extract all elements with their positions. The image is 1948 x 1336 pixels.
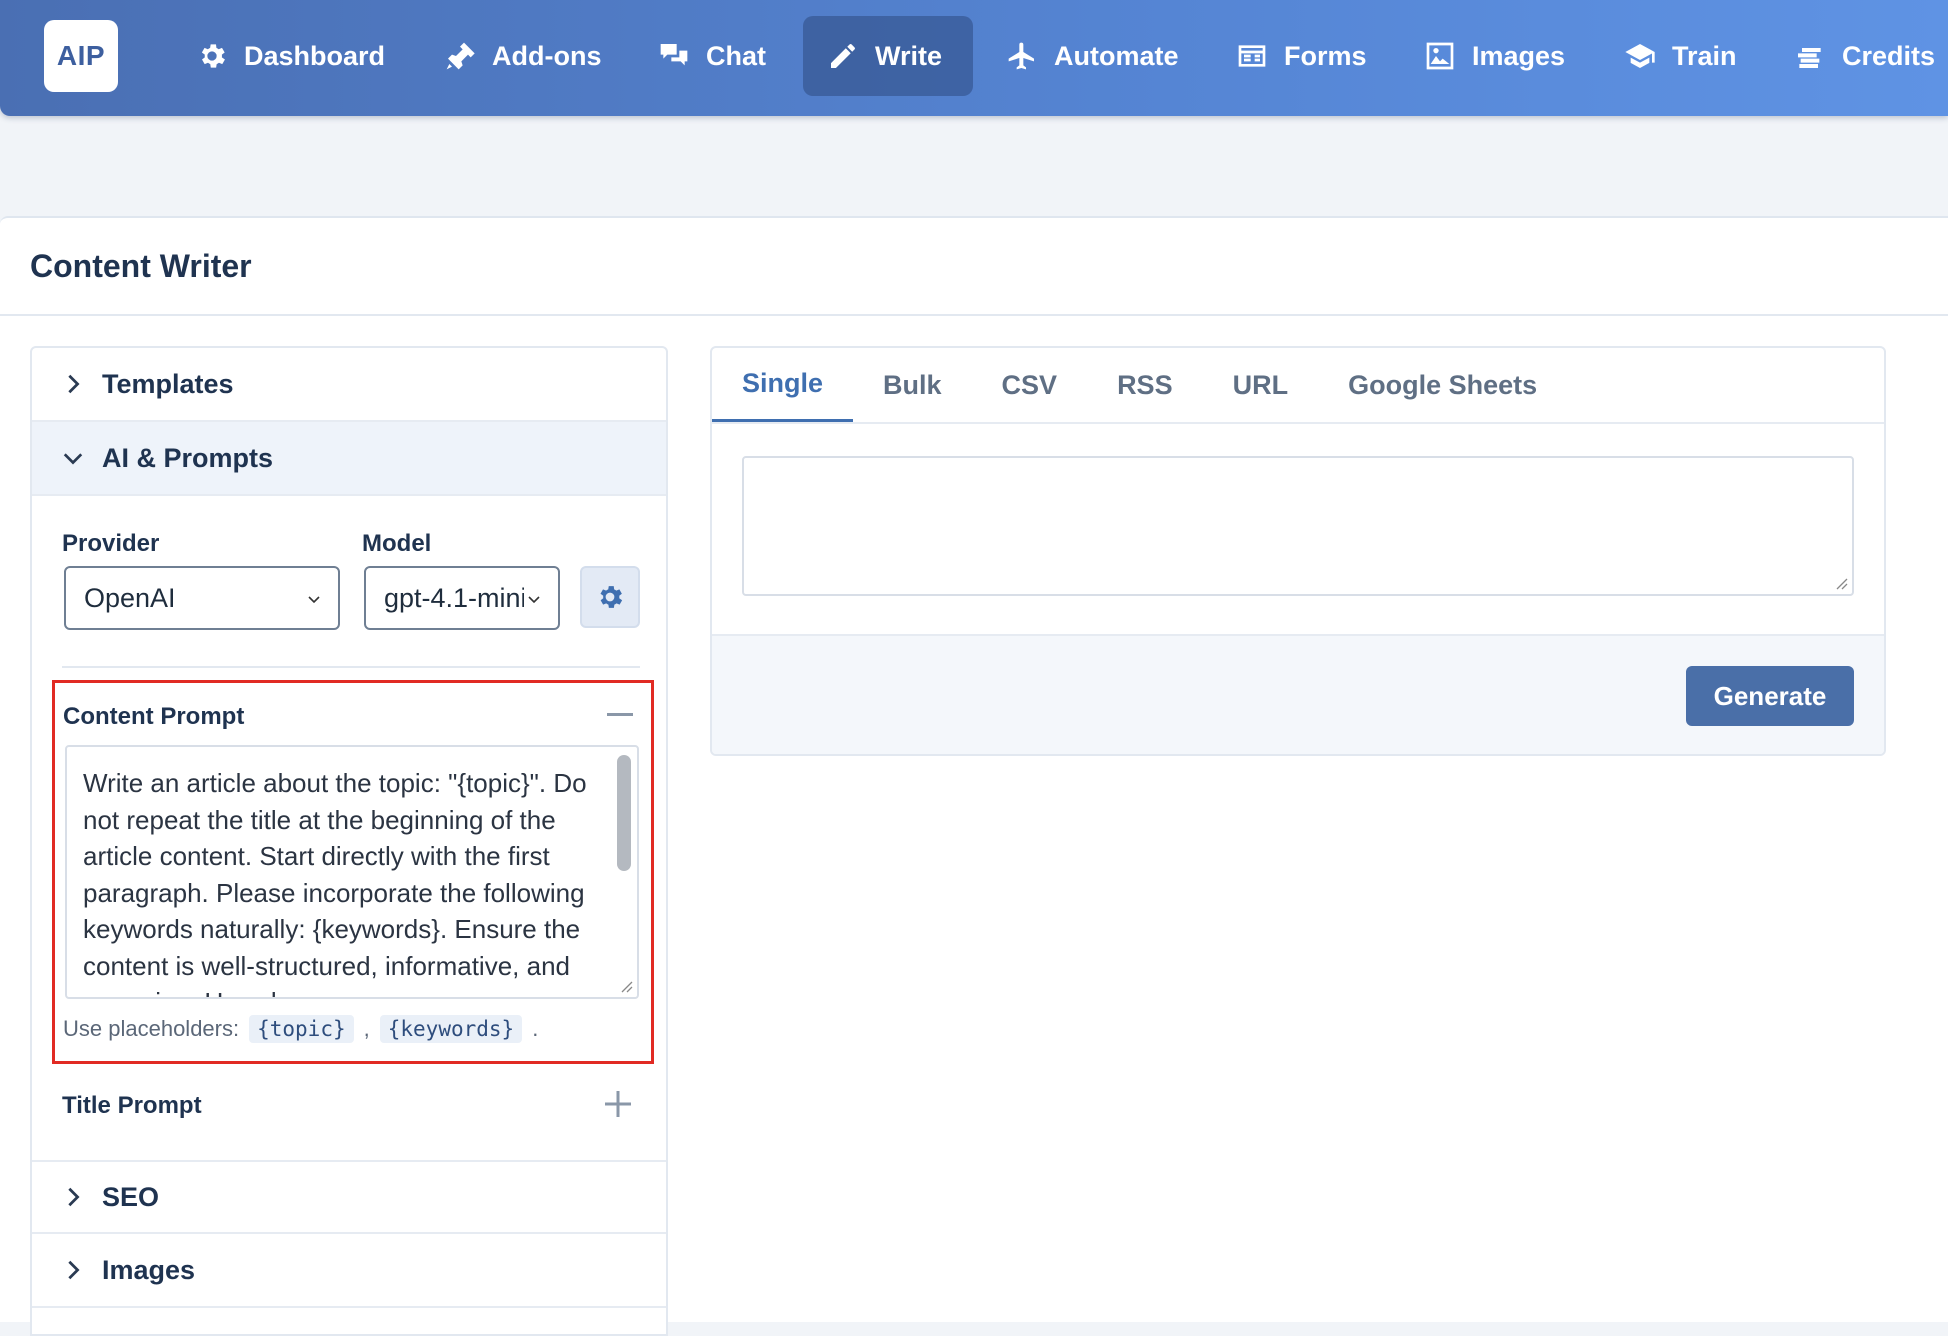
- content-prompt-text: Write an article about the topic: "{topi…: [83, 768, 587, 997]
- nav-item-add-ons[interactable]: Add-ons: [420, 16, 625, 96]
- nav-item-dashboard[interactable]: Dashboard: [172, 16, 409, 96]
- model-label: Model: [362, 530, 432, 557]
- hint-period: .: [532, 1016, 539, 1041]
- provider-select[interactable]: OpenAI: [64, 566, 340, 630]
- nav-label: Write: [875, 40, 943, 71]
- chevron-right-icon: [68, 374, 80, 394]
- nav-item-images[interactable]: Images: [1400, 16, 1589, 96]
- nav-label: Dashboard: [244, 40, 386, 71]
- tab-url[interactable]: URL: [1203, 348, 1319, 422]
- chevron-right-icon: [68, 1187, 80, 1207]
- chevron-down-icon: [63, 453, 83, 465]
- plug-icon: [446, 42, 475, 70]
- hint-comma: ,: [363, 1016, 370, 1041]
- accordion-label: Templates: [102, 368, 234, 399]
- nav-label: Forms: [1284, 40, 1367, 71]
- graduation-cap-icon: [1625, 44, 1655, 68]
- accordion-templates[interactable]: Templates: [32, 348, 666, 422]
- nav-label: Add-ons: [492, 40, 602, 71]
- placeholder-topic: {topic}: [249, 1015, 354, 1043]
- image-icon: [1426, 42, 1454, 70]
- accordion-label: SEO: [102, 1181, 160, 1212]
- content-prompt-title: Content Prompt: [63, 703, 245, 730]
- page-title: Content Writer: [30, 247, 252, 284]
- accordion-label: Images: [102, 1254, 196, 1285]
- resize-grip-icon[interactable]: [1832, 574, 1848, 590]
- chevron-down-icon: [308, 596, 320, 604]
- provider-value: OpenAI: [84, 582, 176, 613]
- accordion-label: AI & Prompts: [102, 442, 274, 473]
- nav-item-automate[interactable]: Automate: [982, 16, 1203, 96]
- nav-label: Images: [1472, 40, 1566, 71]
- model-settings-button[interactable]: [580, 566, 640, 628]
- gear-icon: [201, 44, 225, 68]
- accordion-images[interactable]: Images: [32, 1234, 666, 1308]
- title-prompt-label: Title Prompt: [62, 1092, 202, 1119]
- settings-accordion: Templates AI & Prompts Provider OpenAI M…: [30, 346, 668, 1336]
- placeholder-keywords: {keywords}: [379, 1015, 523, 1043]
- form-icon: [1238, 45, 1266, 67]
- hint-prefix: Use placeholders:: [63, 1016, 240, 1041]
- nav-label: Chat: [706, 40, 766, 71]
- content-prompt-section: Content Prompt Write an article about th…: [52, 680, 654, 1064]
- mode-tabs: Single Bulk CSV RSS URL Google Sheets: [712, 348, 1884, 424]
- resize-grip-icon[interactable]: [617, 977, 633, 993]
- collapse-minus-icon[interactable]: [607, 713, 633, 716]
- nav-item-credits[interactable]: Credits: [1770, 16, 1948, 96]
- ai-prompts-body: Provider OpenAI Model gpt-4.1-mini Conte…: [32, 496, 666, 1160]
- provider-label: Provider: [62, 530, 160, 557]
- chevron-down-icon: [528, 596, 540, 604]
- card-header: Content Writer: [0, 218, 1948, 316]
- expand-plus-icon[interactable]: [602, 1088, 634, 1120]
- nav-label: Credits: [1842, 40, 1936, 71]
- nav-item-forms[interactable]: Forms: [1212, 16, 1391, 96]
- tab-single[interactable]: Single: [712, 348, 854, 422]
- top-navigation: AIP Dashboard Add-ons Chat Write Automat…: [0, 0, 1948, 116]
- content-prompt-textarea[interactable]: Write an article about the topic: "{topi…: [65, 745, 639, 999]
- nav-item-write[interactable]: Write: [803, 16, 973, 96]
- generate-button[interactable]: Generate: [1686, 666, 1854, 726]
- tab-rss[interactable]: RSS: [1087, 348, 1203, 422]
- coins-icon: [1798, 48, 1821, 68]
- nav-item-train[interactable]: Train: [1600, 16, 1761, 96]
- accordion-ai-prompts[interactable]: AI & Prompts: [32, 422, 666, 496]
- chat-icon: [660, 44, 688, 66]
- generation-panel: Single Bulk CSV RSS URL Google Sheets Ge…: [710, 346, 1886, 756]
- tab-bulk[interactable]: Bulk: [853, 348, 972, 422]
- gear-icon: [600, 586, 623, 608]
- placeholder-hint: Use placeholders: {topic} , {keywords} .: [63, 1015, 538, 1043]
- app-logo[interactable]: AIP: [44, 20, 118, 92]
- tab-google-sheets[interactable]: Google Sheets: [1318, 348, 1567, 422]
- model-select[interactable]: gpt-4.1-mini: [364, 566, 560, 630]
- divider: [62, 666, 640, 668]
- nav-label: Automate: [1054, 40, 1179, 71]
- accordion-seo[interactable]: SEO: [32, 1160, 666, 1234]
- tab-csv[interactable]: CSV: [972, 348, 1088, 422]
- panel-footer: Generate: [712, 634, 1884, 754]
- pencil-icon: [831, 44, 855, 68]
- model-value: gpt-4.1-mini: [384, 582, 524, 613]
- textarea-scrollbar[interactable]: [617, 755, 631, 871]
- nav-label: Train: [1672, 40, 1737, 71]
- nav-item-chat[interactable]: Chat: [634, 16, 790, 96]
- chevron-right-icon: [68, 1260, 80, 1280]
- plane-icon: [1008, 42, 1034, 70]
- topic-textarea[interactable]: [742, 456, 1854, 596]
